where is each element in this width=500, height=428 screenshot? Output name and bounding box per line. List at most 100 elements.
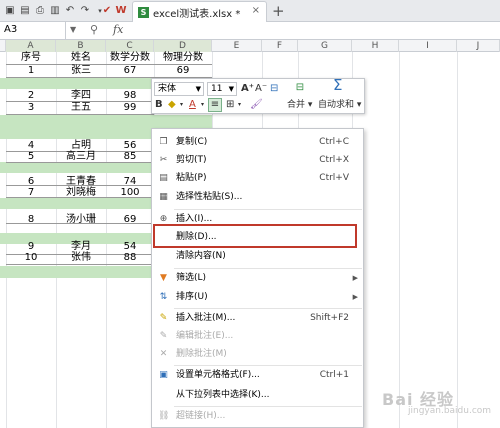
table-header: 数学分数: [110, 52, 150, 63]
chevron-right-icon: ▶: [352, 293, 358, 301]
chevron-down-icon[interactable]: ▾: [180, 99, 183, 111]
copy-icon: ❐: [159, 137, 168, 147]
table-cell[interactable]: 1: [6, 65, 56, 77]
table-cell[interactable]: 7: [6, 187, 56, 199]
menu-item-clear-contents[interactable]: 清除内容(N): [152, 247, 363, 265]
table-cell[interactable]: 王五: [56, 102, 106, 114]
scissors-icon: ✂: [159, 155, 168, 165]
redo-icon[interactable]: ↷: [78, 4, 92, 18]
table-cell[interactable]: 2: [6, 90, 56, 102]
sum-icon[interactable]: Σ: [333, 78, 342, 93]
column-header-j[interactable]: J: [457, 40, 500, 52]
table-cell[interactable]: 98: [106, 90, 154, 102]
checkmark-icon[interactable]: ✔: [100, 4, 114, 18]
align-center-icon[interactable]: ≡: [208, 98, 222, 112]
context-menu: ❐ 复制(C) Ctrl+C ✂ 剪切(T) Ctrl+X ▤ 粘贴(P) Ct…: [151, 128, 364, 428]
save-icon[interactable]: ▣: [3, 4, 17, 18]
menu-item-filter[interactable]: ▼ 筛选(L) ▶: [152, 269, 363, 287]
wps-logo-icon[interactable]: W: [114, 4, 128, 18]
table-header: 姓名: [71, 52, 91, 63]
column-header-i[interactable]: I: [399, 40, 457, 52]
table-cell[interactable]: 69: [154, 65, 212, 77]
font-size-value: 11: [211, 84, 223, 94]
grow-font-icon[interactable]: A⁺: [241, 83, 254, 95]
merge-label: 合并: [287, 100, 306, 110]
open-icon[interactable]: ▤: [18, 4, 32, 18]
column-headers: A B C D E F G H I J: [0, 40, 500, 52]
chevron-down-icon: ▼: [228, 85, 234, 93]
autosum-button[interactable]: 自动求和 ▾: [318, 99, 361, 111]
column-header-a[interactable]: A: [6, 40, 56, 52]
chevron-down-icon[interactable]: ▾: [201, 99, 204, 111]
fx-icon[interactable]: fx: [113, 23, 123, 36]
menu-item-cut[interactable]: ✂ 剪切(T) Ctrl+X: [152, 151, 363, 169]
table-cell[interactable]: 8: [6, 214, 56, 226]
undo-icon[interactable]: ↶: [63, 4, 77, 18]
shrink-font-icon[interactable]: A⁻: [255, 83, 267, 95]
menu-item-pick-from-list[interactable]: 从下拉列表中选择(K)...: [152, 386, 363, 404]
delete-comment-icon: ✕: [159, 349, 168, 359]
chevron-down-icon: ▼: [195, 85, 201, 93]
table-cell[interactable]: 88: [106, 252, 154, 264]
table-cell[interactable]: 刘晓梅: [56, 187, 106, 199]
table-cell[interactable]: 汤小珊: [56, 214, 106, 226]
menu-item-sort[interactable]: ⇅ 排序(U) ▶: [152, 288, 363, 306]
menu-item-format-cells[interactable]: ▣ 设置单元格格式(F)... Ctrl+1: [152, 366, 363, 384]
menu-item-insert-comment[interactable]: ✎ 插入批注(M)... Shift+F2: [152, 309, 363, 327]
font-name-value: 宋体: [158, 84, 177, 94]
chevron-right-icon: ▶: [352, 274, 358, 282]
merge-cells-icon[interactable]: ⊟: [292, 82, 308, 94]
menu-item-edit-comment: ✎ 编辑批注(E)...: [159, 331, 234, 341]
format-cells-icon: ▣: [159, 370, 168, 380]
font-color-icon[interactable]: A: [189, 99, 196, 111]
edit-comment-icon: ✎: [159, 331, 168, 341]
chevron-down-icon[interactable]: ▼: [70, 25, 76, 34]
table-cell[interactable]: 69: [106, 214, 154, 226]
table-cell[interactable]: 10: [6, 252, 56, 264]
menu-item-paste[interactable]: ▤ 粘贴(P) Ctrl+V: [152, 169, 363, 187]
file-tab-label: excel测试表.xlsx *: [153, 9, 241, 20]
preview-icon[interactable]: ▥: [48, 4, 62, 18]
border-icon[interactable]: ⊞: [226, 99, 234, 111]
column-header-c[interactable]: C: [106, 40, 154, 52]
close-icon[interactable]: ×: [252, 5, 260, 16]
print-icon[interactable]: ⎙: [33, 4, 47, 18]
chevron-down-icon[interactable]: ▾: [238, 99, 241, 111]
search-icon[interactable]: ⚲: [90, 23, 98, 36]
table-cell[interactable]: 张三: [56, 65, 106, 77]
column-header-d[interactable]: D: [154, 40, 212, 52]
table-cell[interactable]: 3: [6, 102, 56, 114]
column-header-f[interactable]: F: [262, 40, 298, 52]
sort-icon: ⇅: [159, 292, 168, 302]
table-cell[interactable]: 85: [106, 151, 154, 163]
column-header-h[interactable]: H: [352, 40, 399, 52]
menu-item-copy[interactable]: ❐ 复制(C) Ctrl+C: [152, 133, 363, 151]
autosum-label: 自动求和: [318, 100, 355, 110]
plus-icon[interactable]: +: [272, 2, 285, 20]
table-cell[interactable]: 5: [6, 151, 56, 163]
menu-item-paste-special[interactable]: ▦ 选择性粘贴(S)...: [152, 188, 363, 206]
menu-item-hyperlink: ⛓ 超链接(H)...: [158, 411, 226, 421]
file-tab[interactable]: S excel测试表.xlsx * ×: [132, 1, 267, 22]
table-cell[interactable]: 李四: [56, 90, 106, 102]
fill-color-icon[interactable]: ◆: [168, 99, 176, 111]
font-size-select[interactable]: 11 ▼: [207, 82, 237, 96]
wrap-text-icon[interactable]: ⊟: [270, 83, 278, 95]
name-box[interactable]: A3: [0, 22, 66, 39]
column-header-b[interactable]: B: [56, 40, 106, 52]
table-cell[interactable]: 67: [106, 65, 154, 77]
table-cell[interactable]: 99: [106, 102, 154, 114]
font-name-select[interactable]: 宋体 ▼: [154, 82, 204, 96]
table-cell[interactable]: 100: [106, 187, 154, 199]
spreadsheet-file-icon: S: [138, 7, 149, 18]
merge-button[interactable]: 合并 ▾: [287, 99, 312, 111]
table-cell[interactable]: 张伟: [56, 252, 106, 264]
format-painter-icon[interactable]: 🖌: [250, 99, 263, 111]
column-header-g[interactable]: G: [298, 40, 352, 52]
table-header: 物理分数: [163, 52, 203, 63]
bold-icon[interactable]: B: [155, 99, 163, 111]
table-cell[interactable]: 高三月: [56, 151, 106, 163]
column-header-e[interactable]: E: [212, 40, 262, 52]
paste-special-icon: ▦: [159, 192, 168, 202]
menu-item-delete-comment: ✕ 删除批注(M): [159, 349, 227, 359]
